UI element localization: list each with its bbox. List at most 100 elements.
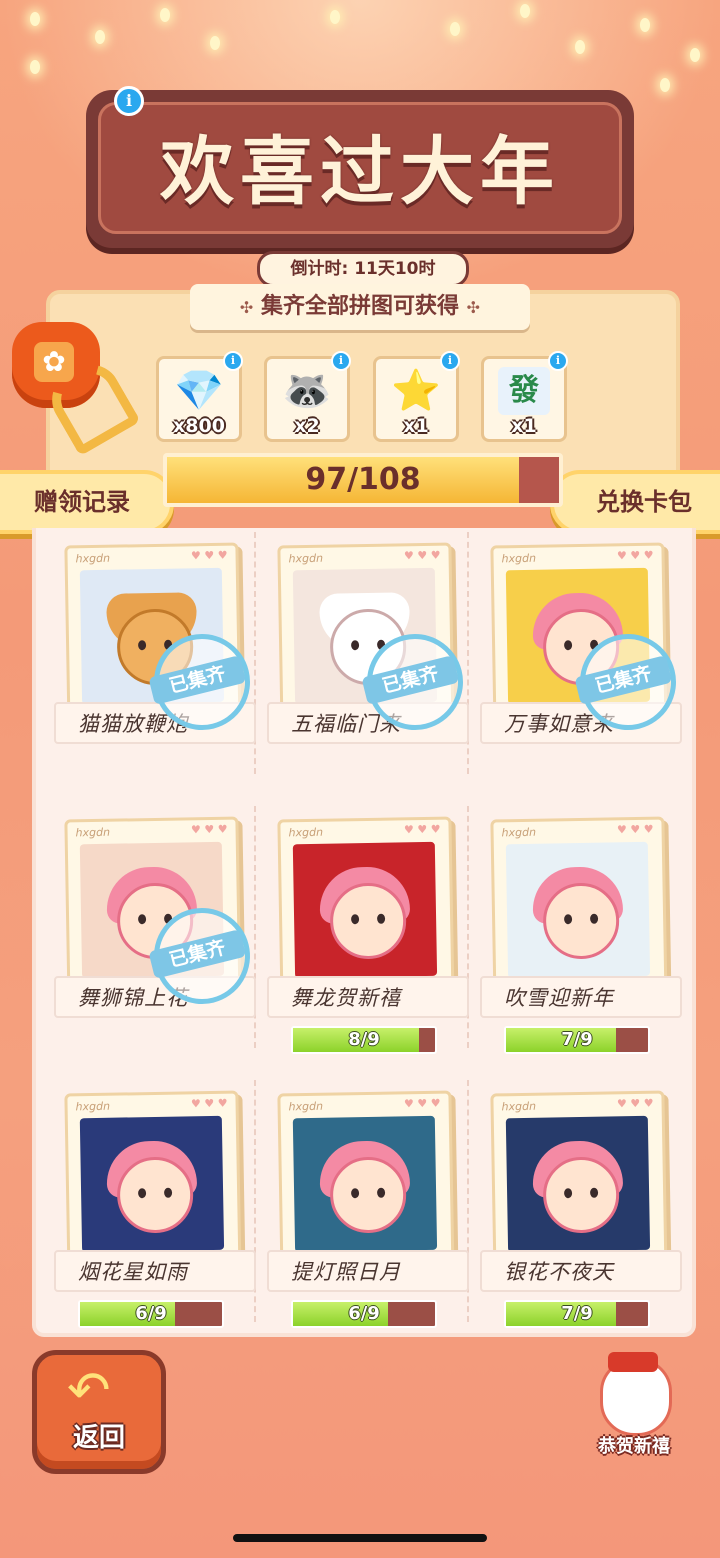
greetings-label: 恭贺新禧 [598,1436,670,1457]
card-progress-bar: 8/9 [291,1026,437,1054]
countdown-timer: 倒计时: 11天10时 [257,251,469,287]
card-brand: hxgdn [75,1099,111,1114]
light-bulb-icon [30,60,40,74]
card-brand: hxgdn [501,551,537,566]
card-progress-bar: 6/9 [291,1300,437,1328]
star-card-icon: ⭐ [391,368,441,414]
reward-count: x1 [511,415,537,437]
collection-progress-text: 97/108 [305,462,421,497]
puzzle-card-cell[interactable]: hxgdn ♥ ♥ ♥ 舞狮锦上花 已集齐 [44,806,261,1048]
puzzle-card-cell[interactable]: hxgdn ♥ ♥ ♥ 万事如意来 已集齐 [470,532,687,774]
hearts-icon: ♥ ♥ ♥ [190,548,228,563]
light-bulb-icon [450,22,460,36]
character-face [329,1156,407,1234]
light-bulb-icon [520,4,530,18]
card-progress-text: 7/9 [561,1303,593,1324]
mahjong-fa-tile-icon: 發 [498,367,550,415]
hearts-icon: ♥ ♥ ♥ [616,1096,654,1111]
reward-title: ✣ 集齐全部拼图可获得 ✣ [190,284,530,330]
card-progress-text: 6/9 [348,1303,380,1324]
card-progress-bar: 7/9 [504,1026,650,1054]
light-bulb-icon [210,36,220,50]
collected-stamp-text: 已集齐 [148,655,247,706]
reward-item[interactable]: 💎 x800 i [156,351,243,442]
card-illustration [505,1115,651,1253]
card-brand: hxgdn [501,1099,537,1114]
hat-icon [608,1352,658,1372]
info-icon[interactable]: i [331,351,351,371]
puzzle-card-cell[interactable]: hxgdn ♥ ♥ ♥ 猫猫放鞭炮 已集齐 [44,532,261,774]
character-face [329,882,407,960]
puzzle-card-cell[interactable]: hxgdn ♥ ♥ ♥ 烟花星如雨 6/9 [44,1080,256,1328]
collected-stamp-text: 已集齐 [148,929,247,980]
card-progress-text: 6/9 [135,1303,167,1324]
character-face [542,882,620,960]
hearts-icon: ♥ ♥ ♥ [403,548,441,563]
collected-stamp-text: 已集齐 [361,655,460,706]
character-face [116,1156,194,1234]
back-button[interactable]: ↶ 返回 [32,1350,166,1474]
card-name: 吹雪迎新年 [504,986,614,1010]
puzzle-card-cell[interactable]: hxgdn ♥ ♥ ♥ 吹雪迎新年 7/9 [470,806,682,1054]
card-progress-text: 8/9 [348,1029,380,1050]
reward-item[interactable]: ⭐ x1 i [373,351,460,442]
light-bulb-icon [330,10,340,24]
card-brand: hxgdn [501,825,537,840]
character-face [542,1156,620,1234]
page-title: 欢喜过大年 [160,129,560,215]
light-bulb-icon [640,18,650,32]
light-bulb-icon [690,48,700,62]
gift-record-button[interactable]: 赠领记录 [0,470,174,534]
card-grid: hxgdn ♥ ♥ ♥ 猫猫放鞭炮 已集齐 hxgdn ♥ ♥ ♥ 五福临门来 已集齐 hxgd… [32,528,696,1337]
light-bulb-icon [30,12,40,26]
card-brand: hxgdn [288,825,324,840]
card-illustration [292,841,438,979]
light-bulb-icon [160,8,170,22]
hearts-icon: ♥ ♥ ♥ [616,822,654,837]
back-arrow-icon: ↶ [67,1361,111,1421]
hearts-icon: ♥ ♥ ♥ [190,822,228,837]
light-bulb-icon [660,78,670,92]
card-illustration [79,1115,225,1253]
info-icon[interactable]: i [548,351,568,371]
puzzle-card-cell[interactable]: hxgdn ♥ ♥ ♥ 银花不夜天 7/9 [470,1080,682,1328]
hearts-icon: ♥ ♥ ♥ [616,548,654,563]
card-name: 烟花星如雨 [78,1260,188,1284]
exchange-pack-button[interactable]: 兑换卡包 [550,470,720,534]
puzzle-card-cell[interactable]: hxgdn ♥ ♥ ♥ 舞龙贺新禧 8/9 [257,806,469,1054]
info-icon[interactable]: i [440,351,460,371]
card-name: 舞龙贺新禧 [291,986,401,1010]
info-icon[interactable]: i [114,86,144,116]
info-icon[interactable]: i [223,351,243,371]
greetings-button[interactable]: 恭贺新禧 [578,1352,690,1464]
hearts-icon: ♥ ♥ ♥ [403,1096,441,1111]
collection-progress-bar: 97/108 [163,453,563,507]
puzzle-card-cell[interactable]: hxgdn ♥ ♥ ♥ 五福临门来 已集齐 [257,532,474,774]
raccoon-pet-icon: 🦝 [282,368,332,414]
card-brand: hxgdn [75,551,111,566]
card-progress-text: 7/9 [561,1029,593,1050]
collected-stamp-text: 已集齐 [574,655,673,706]
puzzle-card-cell[interactable]: hxgdn ♥ ♥ ♥ 提灯照日月 6/9 [257,1080,469,1328]
reward-count: x1 [403,415,429,437]
light-bulb-icon [95,30,105,44]
card-brand: hxgdn [288,1099,324,1114]
reward-item[interactable]: 🦝 x2 i [264,351,351,442]
card-progress-bar: 6/9 [78,1300,224,1328]
hearts-icon: ♥ ♥ ♥ [190,1096,228,1111]
reward-count: x800 [173,415,225,437]
card-name: 银花不夜天 [504,1260,614,1284]
card-brand: hxgdn [75,825,111,840]
diamond-icon: 💎 [174,368,224,414]
card-illustration [292,1115,438,1253]
back-label: 返回 [72,1423,125,1453]
home-indicator[interactable] [233,1534,487,1542]
light-bulb-icon [575,40,585,54]
card-brand: hxgdn [288,551,324,566]
card-progress-bar: 7/9 [504,1300,650,1328]
card-name: 提灯照日月 [291,1260,401,1284]
card-illustration [505,841,651,979]
reward-count: x2 [294,415,320,437]
hearts-icon: ♥ ♥ ♥ [403,822,441,837]
reward-item[interactable]: 發 x1 i [481,351,568,442]
